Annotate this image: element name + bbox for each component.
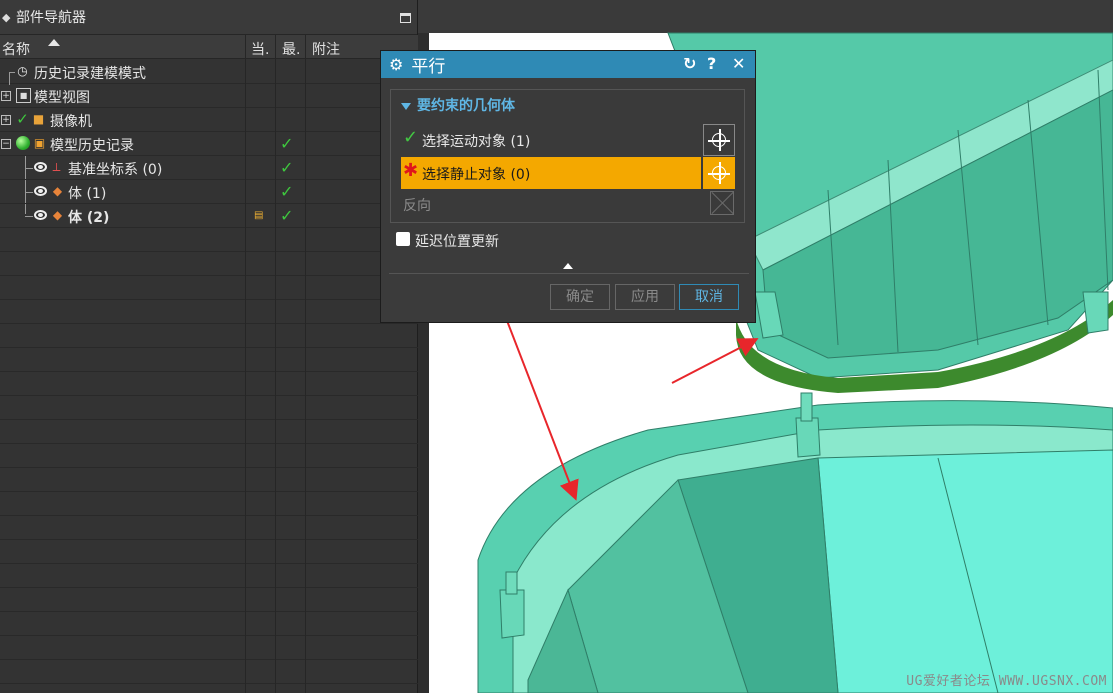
navigator-icon: ◆ (2, 10, 11, 24)
column-latest[interactable]: 最. (282, 39, 300, 59)
collapse-icon[interactable]: − (1, 139, 11, 149)
body-icon: ◆ (52, 184, 63, 198)
tree-label: 摄像机 (50, 114, 92, 130)
required-asterisk-icon: ✱ (403, 160, 419, 181)
reverse-label: 反向 (403, 198, 431, 214)
camera-icon: ■ (32, 112, 45, 126)
history-icon: ▣ (33, 136, 46, 150)
tree-label: 体 (2) (68, 210, 110, 226)
checkmark-icon: ✓ (403, 127, 419, 148)
watermark: UG爱好者论坛 WWW.UGSNX.COM (906, 674, 1107, 689)
defer-update-checkbox[interactable] (396, 232, 410, 246)
checkmark-icon[interactable]: ✓ (15, 112, 30, 127)
expand-icon[interactable]: + (1, 91, 11, 101)
column-name[interactable]: 名称 (2, 39, 30, 59)
visibility-eye-icon[interactable] (34, 162, 47, 172)
select-moving-row[interactable]: ✓ 选择运动对象 (1) (401, 124, 701, 156)
collapse-triangle-icon[interactable] (401, 102, 411, 110)
geometry-group: 要约束的几何体 ✓ 选择运动对象 (1) ✱ 选择静止对象 (0) 反向 (390, 89, 745, 223)
navigator-title-bar: ◆ 部件导航器 (0, 0, 417, 35)
tree-row-model-views[interactable]: + ■ 模型视图 (0, 84, 418, 108)
body-icon: ◆ (52, 208, 63, 222)
part-navigator: ◆ 部件导航器 名称 当. 最. 附注 ◷ 历史记录建模模式 + ■ 模型视图 … (0, 0, 418, 693)
tree-row-body-1[interactable]: ◆ 体 (1) ✓ (0, 180, 418, 204)
tree-label: 基准坐标系 (0) (68, 162, 163, 178)
visibility-eye-icon[interactable] (34, 210, 47, 220)
tree-label: 体 (1) (68, 186, 107, 202)
expand-icon[interactable]: + (1, 115, 11, 125)
gear-icon: ⚙ (389, 55, 404, 74)
dialog-title-bar[interactable]: ⚙ 平行 ↻ ? ✕ (381, 51, 755, 78)
cancel-button[interactable]: 取消 (679, 284, 739, 310)
reference-set-icon: ▤ (254, 210, 264, 221)
tree-row-body-2[interactable]: ◆ 体 (2) ▤ ✓ (0, 204, 418, 228)
select-stationary-row[interactable]: ✱ 选择静止对象 (0) (401, 157, 701, 189)
group-header[interactable]: 要约束的几何体 (401, 95, 515, 115)
apply-button[interactable]: 应用 (615, 284, 675, 310)
clock-icon: ◷ (17, 64, 28, 78)
tree-row-cameras[interactable]: + ✓ ■ 摄像机 (0, 108, 418, 132)
close-icon[interactable]: ✕ (732, 54, 745, 73)
select-stationary-crosshair-button[interactable] (703, 157, 735, 189)
select-moving-label: 选择运动对象 (1) (422, 134, 531, 150)
tree-label: 模型视图 (34, 90, 90, 106)
navigator-title: 部件导航器 (16, 10, 86, 26)
tree-row-model-history[interactable]: − ▣ 模型历史记录 ✓ (0, 132, 418, 156)
reset-icon[interactable]: ↻ (683, 54, 696, 73)
select-moving-crosshair-button[interactable] (703, 124, 735, 156)
parallel-dialog: ⚙ 平行 ↻ ? ✕ 要约束的几何体 ✓ 选择运动对象 (1) ✱ 选择静止对象… (380, 50, 756, 323)
sort-up-icon[interactable] (48, 39, 60, 46)
latest-check-icon: ✓ (280, 158, 294, 177)
active-status-icon (16, 136, 30, 150)
visibility-eye-icon[interactable] (34, 186, 47, 196)
help-icon[interactable]: ? (707, 54, 716, 73)
tree-label: 模型历史记录 (50, 138, 134, 154)
collapse-up-icon[interactable] (563, 263, 573, 269)
column-current[interactable]: 当. (251, 39, 269, 59)
latest-check-icon: ✓ (280, 182, 294, 201)
column-note[interactable]: 附注 (312, 39, 340, 59)
model-view-icon: ■ (16, 88, 31, 103)
latest-check-icon: ✓ (280, 134, 294, 153)
reverse-button[interactable] (710, 191, 734, 215)
tree-row-datum-csys[interactable]: ⟂ 基准坐标系 (0) ✓ (0, 156, 418, 180)
latest-check-icon: ✓ (280, 206, 294, 225)
maximize-icon[interactable] (400, 13, 411, 23)
tree-label: 历史记录建模模式 (34, 66, 146, 82)
defer-update-label[interactable]: 延迟位置更新 (415, 231, 499, 251)
dialog-title: 平行 (411, 57, 446, 77)
select-stationary-label: 选择静止对象 (0) (422, 167, 531, 183)
datum-csys-icon: ⟂ (52, 160, 61, 174)
column-header: 名称 当. 最. 附注 (0, 35, 418, 59)
ok-button[interactable]: 确定 (550, 284, 610, 310)
tree-row-history-mode[interactable]: ◷ 历史记录建模模式 (0, 60, 418, 85)
